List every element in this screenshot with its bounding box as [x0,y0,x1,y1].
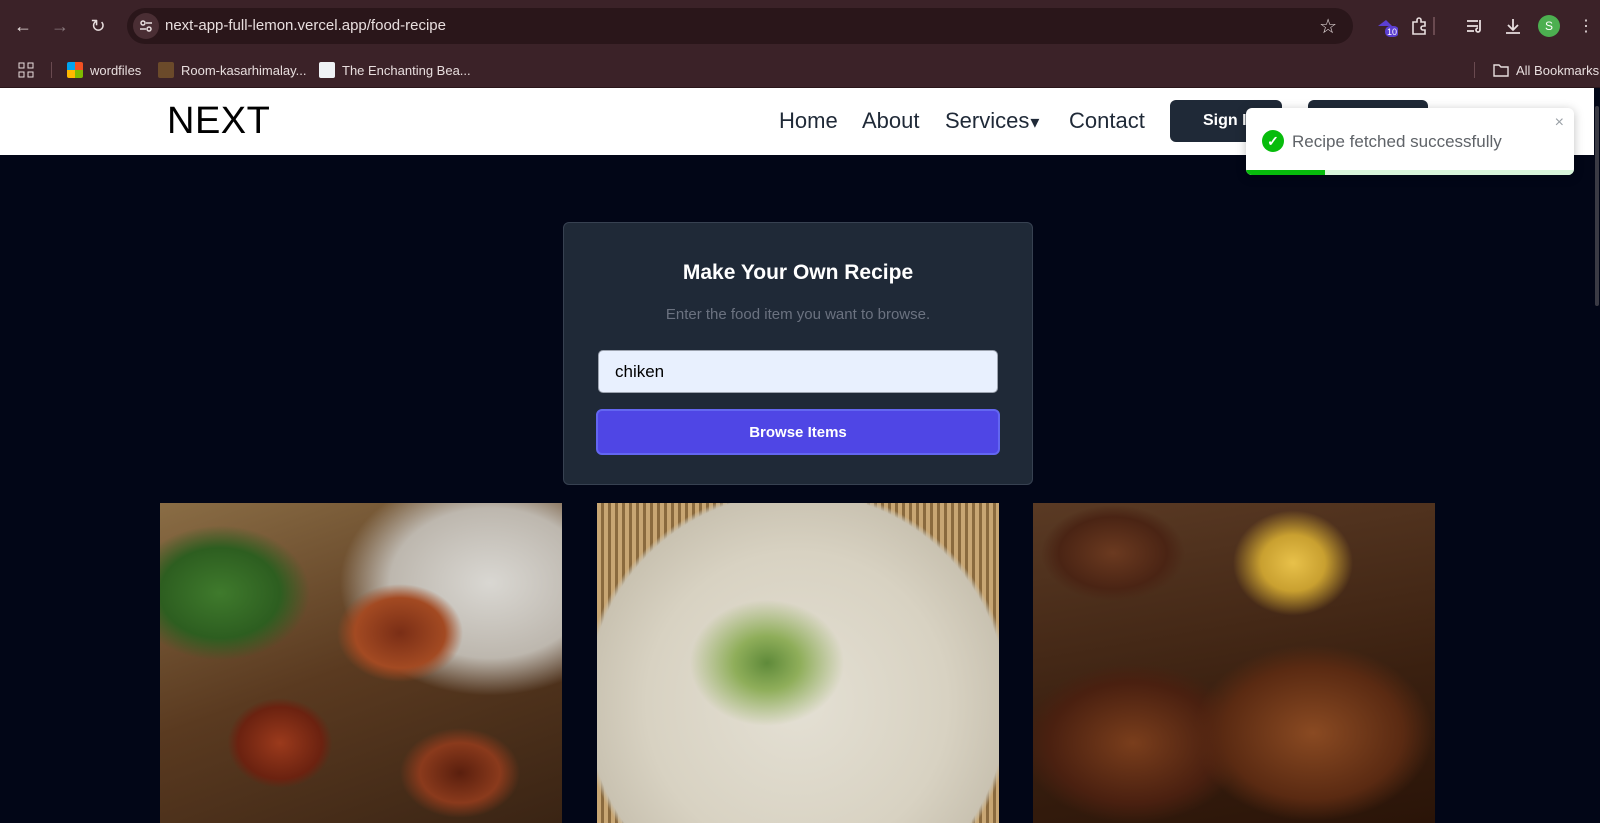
site-logo[interactable]: NEXT [167,100,270,143]
browse-items-button[interactable]: Browse Items [596,409,1000,455]
puzzle-icon[interactable] [1408,14,1432,38]
toast-close-icon[interactable]: × [1555,114,1564,132]
forward-icon[interactable]: → [48,14,72,38]
enchanting-favicon-icon [319,62,335,78]
toast-notification: ✓ Recipe fetched successfully × [1246,108,1574,175]
nav-contact[interactable]: Contact [1069,108,1145,134]
bookmark-star-icon[interactable]: ☆ [1319,14,1337,39]
bookmarks-divider [1474,62,1475,78]
bookmarks-divider [51,62,52,78]
nav-about[interactable]: About [862,108,920,134]
card-subtitle: Enter the food item you want to browse. [665,306,931,323]
room-favicon-icon [158,62,174,78]
browser-toolbar: ← → ↻ next-app-full-lemon.vercel.app/foo… [0,0,1600,52]
all-bookmarks[interactable]: All Bookmarks [1493,60,1599,80]
folder-icon [1493,64,1509,77]
chicken-tikka-image[interactable] [160,503,562,823]
toolbar-divider [1433,17,1435,35]
congee-image[interactable] [597,503,999,823]
bookmark-wordfiles[interactable]: wordfiles [67,60,141,80]
food-search-input[interactable] [598,350,998,393]
bookmark-label: The Enchanting Bea... [342,62,471,78]
toast-progress-track [1246,170,1574,175]
all-bookmarks-label: All Bookmarks [1516,62,1600,78]
bookmark-label: wordfiles [90,62,142,78]
extension-badge: 10 [1387,27,1397,37]
back-icon[interactable]: ← [11,14,35,38]
card-title: Make Your Own Recipe [682,261,914,284]
nav-services[interactable]: Services [945,108,1039,134]
bookmark-label: Room-kasarhimalay... [181,62,307,78]
nav-home[interactable]: Home [779,108,838,134]
url-text[interactable]: next-app-full-lemon.vercel.app/food-reci… [165,17,446,34]
microsoft-logo-icon [67,62,83,78]
toast-message: Recipe fetched successfully [1292,132,1502,151]
download-icon[interactable] [1501,14,1525,38]
grilled-chicken-image[interactable] [1033,503,1435,823]
recipe-search-card: Make Your Own Recipe Enter the food item… [563,222,1033,485]
bookmarks-bar: wordfiles Room-kasarhimalay... The Encha… [0,52,1600,88]
extension-icon[interactable]: 10 [1374,14,1398,38]
apps-grid-icon[interactable] [18,60,34,80]
reload-icon[interactable]: ↻ [86,14,110,38]
success-check-icon: ✓ [1262,130,1284,152]
bookmark-enchanting[interactable]: The Enchanting Bea... [319,60,471,80]
toast-progress-bar [1246,170,1325,175]
kebab-menu-icon[interactable]: ⋮ [1574,14,1598,38]
media-queue-icon[interactable] [1463,14,1487,38]
site-info-icon[interactable] [133,13,159,39]
bookmark-room[interactable]: Room-kasarhimalay... [158,60,306,80]
page-scrollbar[interactable] [1594,88,1600,823]
address-bar[interactable]: next-app-full-lemon.vercel.app/food-reci… [127,8,1353,44]
scrollbar-thumb[interactable] [1595,106,1599,306]
profile-avatar[interactable]: S [1538,15,1560,37]
